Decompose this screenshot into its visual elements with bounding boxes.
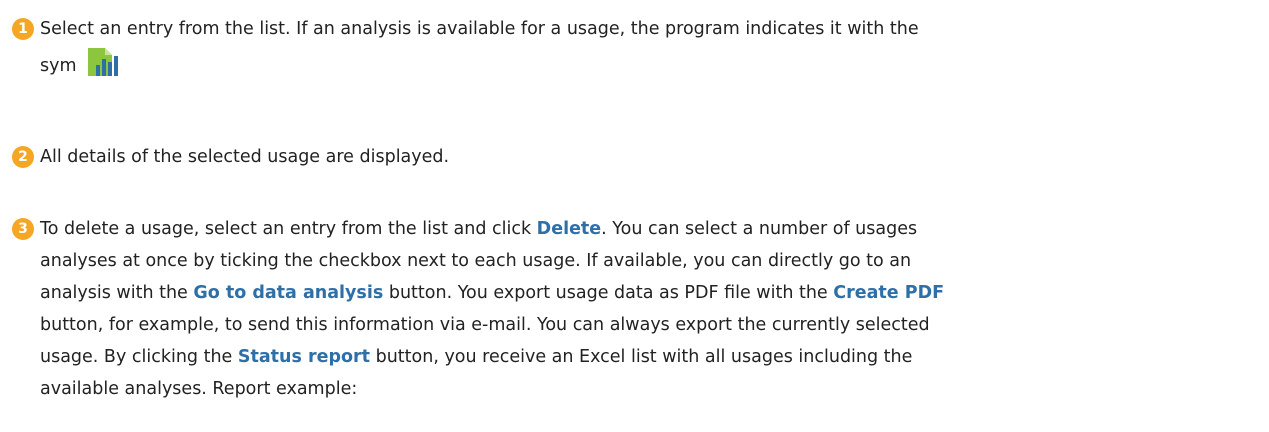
step-3-line-4: button, for example, to send this inform… (40, 315, 930, 335)
text-span: analysis with the (40, 283, 194, 303)
step-1-text: Select an entry from the list. If an ana… (40, 13, 1249, 90)
step-1: 1 Select an entry from the list. If an a… (12, 13, 1249, 90)
step-3: 3 To delete a usage, select an entry fro… (12, 213, 1249, 405)
text-span: button. You export usage data as PDF fil… (383, 283, 834, 303)
text-span: . You can select a number of usages (601, 219, 918, 239)
step-2-text: All details of the selected usage are di… (40, 141, 1249, 173)
step-1-line-2: sym (40, 45, 1249, 90)
step-number-marker: 2 (12, 146, 34, 168)
go-to-data-analysis-keyword: Go to data analysis (193, 283, 384, 303)
step-3-text: To delete a usage, select an entry from … (40, 213, 1249, 405)
delete-keyword: Delete (536, 219, 602, 239)
text-span: To delete a usage, select an entry from … (40, 219, 537, 239)
analysis-chart-icon (85, 45, 119, 90)
step-2: 2 All details of the selected usage are … (12, 141, 1249, 173)
text-span: usage. By clicking the (40, 347, 238, 367)
step-number-marker: 3 (12, 218, 34, 240)
step-3-line-6: available analyses. Report example: (40, 379, 358, 399)
step-1-line-2-text: sym (40, 56, 77, 76)
status-report-keyword: Status report (237, 347, 371, 367)
step-2-line-1: All details of the selected usage are di… (40, 147, 450, 167)
instruction-page: 1 Select an entry from the list. If an a… (0, 0, 1269, 432)
text-span: button, you receive an Excel list with a… (370, 347, 913, 367)
step-1-line-1: Select an entry from the list. If an ana… (40, 19, 919, 39)
step-3-line-5: usage. By clicking the Status report but… (40, 341, 1249, 373)
step-3-line-1: To delete a usage, select an entry from … (40, 213, 1249, 245)
create-pdf-keyword: Create PDF (833, 283, 945, 303)
step-3-line-2: analyses at once by ticking the checkbox… (40, 251, 912, 271)
step-3-line-3: analysis with the Go to data analysis bu… (40, 277, 1249, 309)
step-number-marker: 1 (12, 18, 34, 40)
